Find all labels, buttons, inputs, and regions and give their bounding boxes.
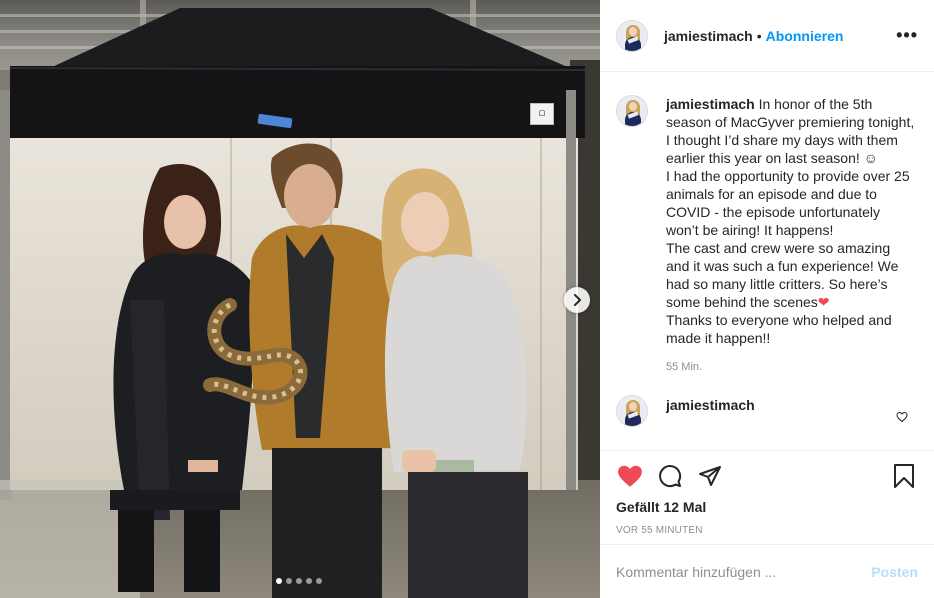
comment-form: Posten: [600, 544, 934, 598]
follow-button[interactable]: Abonnieren: [766, 28, 844, 44]
heart-outline-icon[interactable]: [896, 411, 908, 423]
carousel-dot: [286, 578, 292, 584]
caption-line: The cast and crew were so amazing and it…: [666, 240, 899, 310]
post-time[interactable]: VOR 55 MINUTEN: [616, 525, 918, 536]
comment-button[interactable]: [656, 462, 684, 490]
carousel-dot: [316, 578, 322, 584]
caption-time: 55 Min.: [666, 361, 703, 373]
carousel-dot: [306, 578, 312, 584]
header-separator: •: [756, 27, 762, 44]
next-slide-button[interactable]: [564, 287, 590, 313]
tent-label: ▢: [530, 103, 554, 125]
post-image[interactable]: ▢: [0, 0, 600, 598]
person-right: [381, 168, 528, 598]
caption: jamiestimach In honor of the 5th season …: [600, 73, 934, 347]
avatar[interactable]: [616, 19, 648, 52]
comments-section[interactable]: jamiestimach In honor of the 5th season …: [600, 73, 934, 449]
post-sidebar: jamiestimach • Abonnieren ••• jamiestima…: [600, 0, 934, 598]
comment-icon: [659, 465, 682, 488]
post-comment-button[interactable]: Posten: [871, 564, 918, 580]
carousel-dot: [276, 578, 282, 584]
heart-filled-icon: [618, 465, 642, 487]
comment-input[interactable]: [616, 563, 872, 580]
header-username[interactable]: jamiestimach: [664, 28, 753, 44]
more-options-icon[interactable]: •••: [896, 25, 918, 46]
bookmark-icon: [894, 464, 914, 488]
caption-line: I had the opportunity to provide over 25…: [666, 168, 910, 238]
caption-username[interactable]: jamiestimach: [666, 96, 755, 112]
carousel-dot: [296, 578, 302, 584]
post-header: jamiestimach • Abonnieren •••: [600, 0, 934, 72]
caption-line: Thanks to everyone who helped and made i…: [666, 312, 892, 346]
heart-emoji: ❤: [817, 294, 830, 310]
avatar[interactable]: [616, 95, 648, 127]
comment-row: jamiestimach: [600, 373, 934, 427]
comment-username[interactable]: jamiestimach: [666, 397, 755, 413]
caption-text: jamiestimach In honor of the 5th season …: [666, 95, 916, 347]
black-tent-canopy: [10, 8, 585, 138]
carousel-indicator: [276, 578, 322, 584]
actions-area: Gefällt 12 Mal VOR 55 MINUTEN: [600, 450, 934, 544]
likes-count[interactable]: Gefällt 12 Mal: [616, 499, 918, 515]
snake: [203, 298, 308, 405]
action-icons: [616, 461, 918, 491]
avatar[interactable]: [616, 395, 648, 427]
save-button[interactable]: [890, 462, 918, 490]
like-button[interactable]: [616, 462, 644, 490]
chevron-right-icon: [574, 294, 581, 306]
share-button[interactable]: [696, 462, 724, 490]
share-icon: [699, 466, 721, 486]
